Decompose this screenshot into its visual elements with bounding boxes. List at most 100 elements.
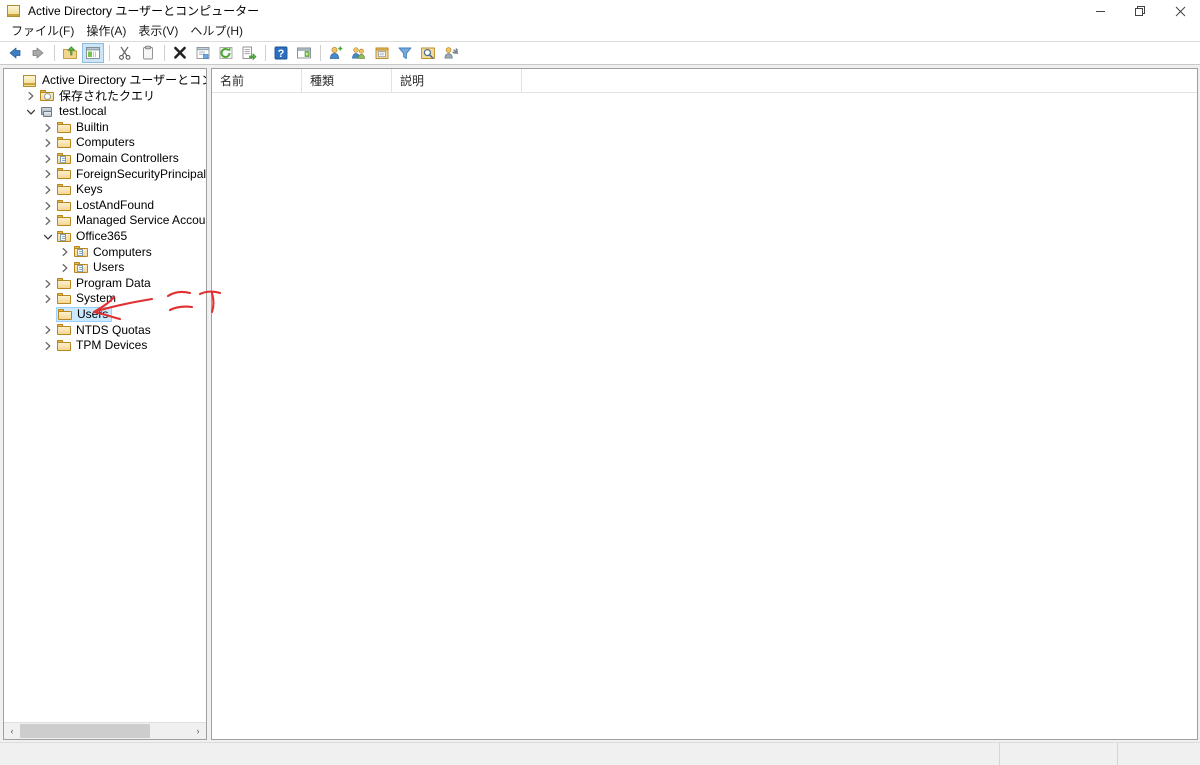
folder-icon bbox=[56, 136, 72, 150]
tree-item-system[interactable]: System bbox=[4, 291, 206, 307]
tree-item-label: Computers bbox=[93, 244, 152, 259]
chevron-right-icon[interactable] bbox=[40, 338, 56, 353]
manage-icon[interactable] bbox=[440, 43, 462, 63]
window-title: Active Directory ユーザーとコンピューター bbox=[28, 4, 260, 18]
paste-icon[interactable] bbox=[137, 43, 159, 63]
tree-item-label: ForeignSecurityPrincipals bbox=[76, 166, 206, 181]
new-group-icon[interactable] bbox=[348, 43, 370, 63]
chevron-right-icon[interactable] bbox=[57, 260, 73, 275]
chevron-right-icon[interactable] bbox=[40, 136, 56, 151]
chevron-right-icon[interactable] bbox=[40, 292, 56, 307]
chevron-right-icon[interactable] bbox=[40, 198, 56, 213]
chevron-right-icon[interactable] bbox=[40, 182, 56, 197]
tree-item-tpm-devices[interactable]: TPM Devices bbox=[4, 338, 206, 354]
folder-icon bbox=[56, 214, 72, 228]
list-view-body[interactable] bbox=[212, 93, 1197, 739]
tree-item-builtin[interactable]: Builtin bbox=[4, 120, 206, 136]
restore-icon[interactable] bbox=[1120, 0, 1160, 22]
menu-action[interactable]: 操作(A) bbox=[82, 22, 134, 41]
application-window: Active Directory ユーザーとコンピューター ファイル(F) 操作… bbox=[0, 0, 1200, 765]
toolbar-separator bbox=[265, 45, 266, 61]
svg-text:?: ? bbox=[278, 48, 285, 60]
column-header-name[interactable]: 名前 bbox=[212, 69, 302, 92]
tree-item-test-local[interactable]: test.local bbox=[4, 104, 206, 120]
tree-item-office365[interactable]: Office365 bbox=[4, 229, 206, 245]
content-panes: Active Directory ユーザーとコンピューター [AD保存されたクエ… bbox=[0, 65, 1200, 742]
chevron-down-icon[interactable] bbox=[23, 104, 39, 119]
tree-item-program-data[interactable]: Program Data bbox=[4, 276, 206, 292]
ou-icon bbox=[73, 261, 89, 275]
folder-icon bbox=[56, 121, 72, 135]
tree-item-label: 保存されたクエリ bbox=[59, 88, 156, 103]
menu-help[interactable]: ヘルプ(H) bbox=[186, 22, 251, 41]
chevron-right-icon[interactable] bbox=[40, 276, 56, 291]
toolbar-separator bbox=[109, 45, 110, 61]
tree-horizontal-scrollbar[interactable]: ‹ › bbox=[4, 722, 206, 739]
back-icon[interactable] bbox=[4, 43, 26, 63]
help-icon[interactable]: ? bbox=[270, 43, 292, 63]
chevron-right-icon[interactable] bbox=[23, 89, 39, 104]
tree-item-saved-queries[interactable]: 保存されたクエリ bbox=[4, 89, 206, 105]
tree-item-foreignsecurityprincipals[interactable]: ForeignSecurityPrincipals bbox=[4, 167, 206, 183]
domain-icon bbox=[39, 105, 55, 119]
export-list-icon[interactable] bbox=[238, 43, 260, 63]
folder-icon bbox=[56, 167, 72, 181]
tree-item-lostandfound[interactable]: LostAndFound bbox=[4, 198, 206, 214]
scroll-track[interactable] bbox=[20, 723, 190, 739]
toolbar-separator bbox=[320, 45, 321, 61]
tree-item-users[interactable]: Users bbox=[4, 307, 206, 323]
chevron-right-icon[interactable] bbox=[40, 323, 56, 338]
menu-file[interactable]: ファイル(F) bbox=[7, 22, 82, 41]
tree-item-ntds-quotas[interactable]: NTDS Quotas bbox=[4, 323, 206, 339]
tree-item-keys[interactable]: Keys bbox=[4, 182, 206, 198]
scroll-thumb[interactable] bbox=[20, 724, 150, 738]
up-one-level-icon[interactable] bbox=[59, 43, 81, 63]
chevron-right-icon[interactable] bbox=[40, 167, 56, 182]
show-hide-console-tree-icon[interactable] bbox=[82, 43, 104, 63]
folder-icon bbox=[56, 199, 72, 213]
tree-item-label: Office365 bbox=[76, 228, 128, 243]
show-window-icon[interactable] bbox=[293, 43, 315, 63]
chevron-down-icon[interactable] bbox=[40, 229, 56, 244]
delete-icon[interactable] bbox=[169, 43, 191, 63]
close-icon[interactable] bbox=[1160, 0, 1200, 22]
scroll-right-arrow-icon[interactable]: › bbox=[190, 723, 206, 739]
new-user-icon[interactable] bbox=[325, 43, 347, 63]
title-bar: Active Directory ユーザーとコンピューター bbox=[0, 0, 1200, 22]
column-header-blank[interactable] bbox=[522, 69, 1197, 92]
tree-item-label: Domain Controllers bbox=[76, 150, 179, 165]
tree-item-label: LostAndFound bbox=[76, 197, 155, 212]
tree-item-root[interactable]: Active Directory ユーザーとコンピューター [AD bbox=[4, 73, 206, 89]
tree-item-managed-service-accounts[interactable]: Managed Service Accounts bbox=[4, 213, 206, 229]
status-bar-cell bbox=[1000, 743, 1118, 765]
menu-bar: ファイル(F) 操作(A) 表示(V) ヘルプ(H) bbox=[0, 22, 1200, 42]
tree-item-domain-controllers[interactable]: Domain Controllers bbox=[4, 151, 206, 167]
chevron-right-icon[interactable] bbox=[40, 151, 56, 166]
tree-item-office365-users[interactable]: Users bbox=[4, 260, 206, 276]
new-organizational-unit-icon[interactable] bbox=[371, 43, 393, 63]
menu-view[interactable]: 表示(V) bbox=[134, 22, 186, 41]
menu-action-label: 操作(A) bbox=[86, 24, 127, 38]
chevron-right-icon[interactable] bbox=[40, 120, 56, 135]
tree-item-computers[interactable]: Computers bbox=[4, 135, 206, 151]
properties-icon[interactable] bbox=[192, 43, 214, 63]
chevron-right-icon[interactable] bbox=[57, 245, 73, 260]
console-tree-pane: Active Directory ユーザーとコンピューター [AD保存されたクエ… bbox=[3, 68, 207, 740]
refresh-icon[interactable] bbox=[215, 43, 237, 63]
tree-item-label: NTDS Quotas bbox=[76, 322, 151, 337]
tree-item-office365-computers[interactable]: Computers bbox=[4, 245, 206, 261]
forward-icon[interactable] bbox=[27, 43, 49, 63]
folder-icon bbox=[56, 323, 72, 337]
scroll-left-arrow-icon[interactable]: ‹ bbox=[4, 723, 20, 739]
cut-icon[interactable] bbox=[114, 43, 136, 63]
column-header-type[interactable]: 種類 bbox=[302, 69, 392, 92]
column-header-description[interactable]: 説明 bbox=[392, 69, 522, 92]
folder-icon bbox=[56, 277, 72, 291]
filter-icon[interactable] bbox=[394, 43, 416, 63]
find-icon[interactable] bbox=[417, 43, 439, 63]
minimize-icon[interactable] bbox=[1080, 0, 1120, 22]
chevron-right-icon[interactable] bbox=[40, 214, 56, 229]
ou-icon bbox=[56, 152, 72, 166]
